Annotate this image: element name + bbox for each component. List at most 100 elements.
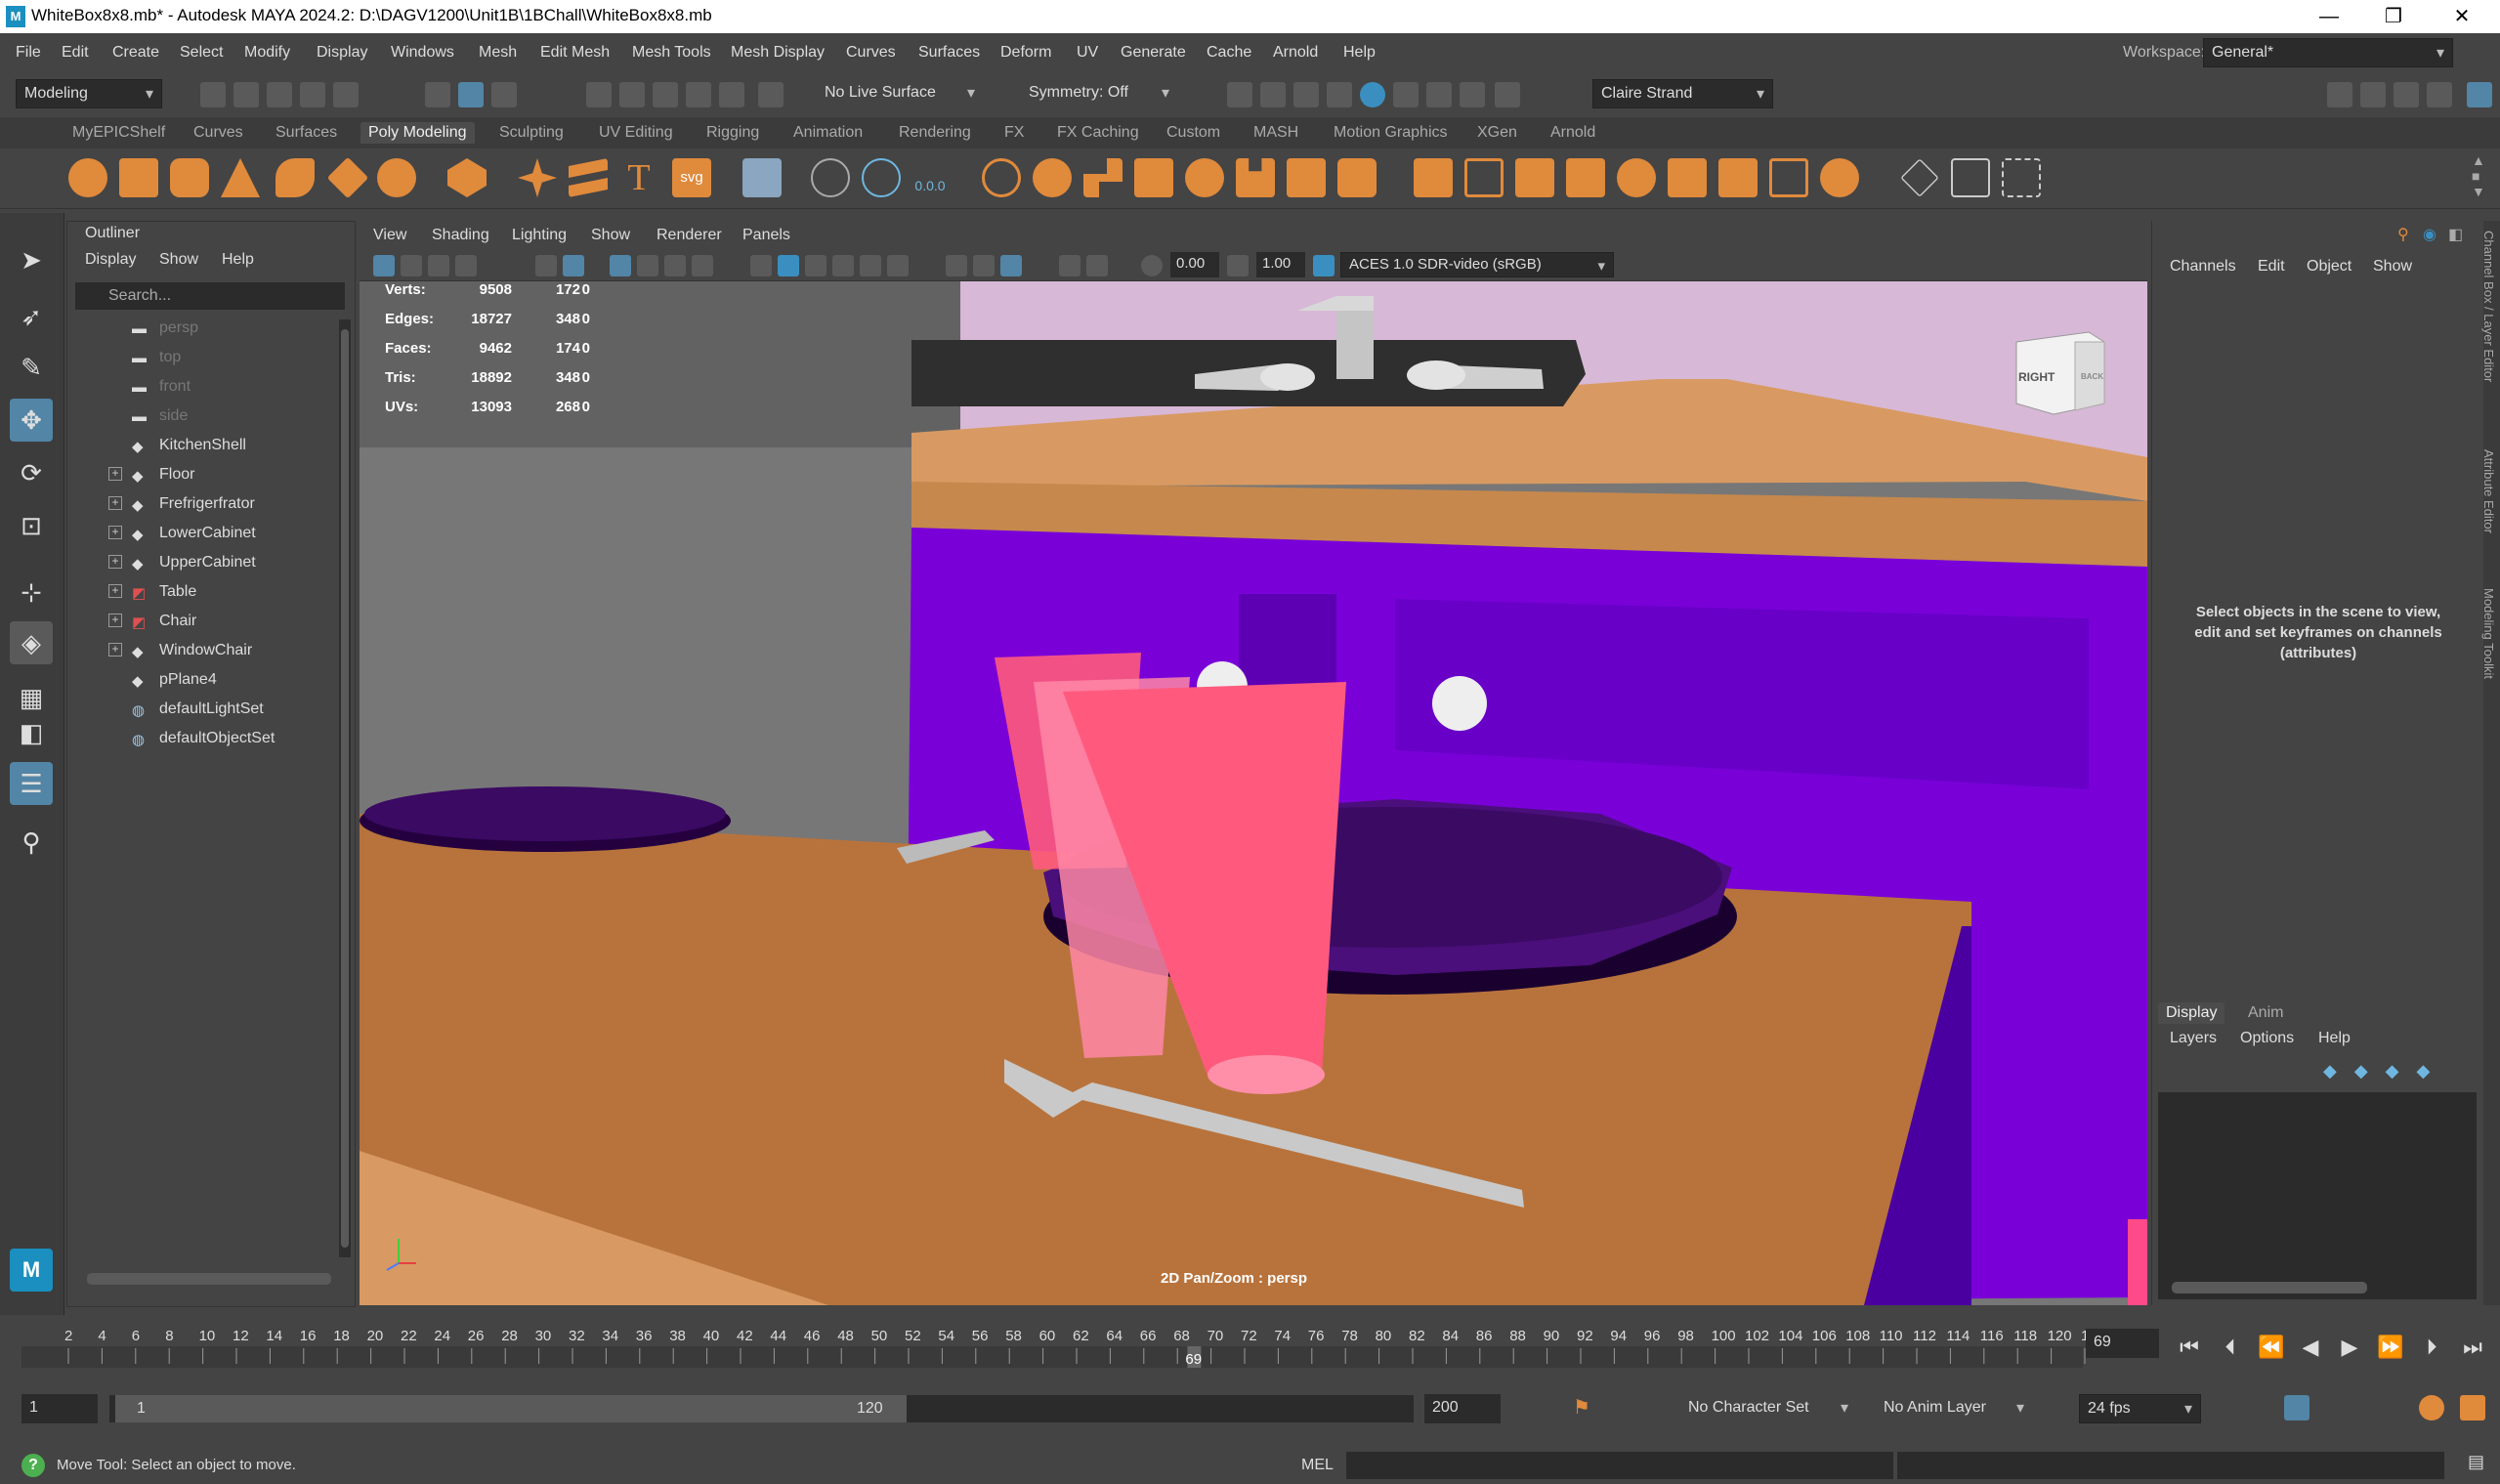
bridge-icon[interactable] [1464,158,1504,197]
render-frame-icon[interactable] [1260,82,1286,107]
shelf-tab-fx-caching[interactable]: FX Caching [1049,122,1147,144]
single-perspective-layout-icon[interactable]: ◈ [10,621,53,664]
expand-icon[interactable]: + [108,643,122,657]
scene-render[interactable]: RIGHT BACK Verts: 9508 172 0 Edges: 18727 348 0… [360,281,2147,1305]
outliner-item[interactable]: + ◩ Table [75,579,329,607]
outliner-horizontal-scrollbar[interactable] [87,1273,331,1285]
extract-icon[interactable] [1083,158,1123,197]
bookmarks-icon[interactable] [428,255,449,276]
side-tab-attribute-editor[interactable]: Attribute Editor [2481,449,2496,533]
film-gate-icon[interactable] [637,255,658,276]
motion-blur-icon[interactable] [1086,255,1108,276]
viewport-menu-shading[interactable]: Shading [432,227,489,244]
step-forward-frame-icon[interactable]: ⏵ [2417,1333,2446,1362]
script-language-label[interactable]: MEL [1301,1457,1334,1474]
outliner-item[interactable]: + ◆ LowerCabinet [75,521,329,548]
layer-list-scrollbar[interactable] [2172,1282,2367,1293]
go-to-start-icon[interactable]: ⏮ [2175,1333,2204,1362]
persp-outliner-layout-icon[interactable]: ◧ [10,711,53,754]
outliner-item[interactable]: + ◩ Chair [75,609,329,636]
step-back-key-icon[interactable]: ⏪ [2257,1333,2286,1362]
svg-tool-icon[interactable]: svg [672,158,711,197]
menu-mesh-tools[interactable]: Mesh Tools [632,44,711,62]
channels-menu-object[interactable]: Object [2307,258,2352,276]
playback-preferences-icon[interactable] [2460,1395,2485,1420]
cache-playback-icon[interactable] [2284,1395,2309,1420]
snap-grid-icon[interactable] [586,82,612,107]
boolean-union-icon[interactable] [1134,158,1173,197]
poly-cylinder-icon[interactable] [170,158,209,197]
select-camera-icon[interactable] [373,255,395,276]
menu-help[interactable]: Help [1343,44,1376,62]
time-ruler-track[interactable] [21,1346,2083,1368]
last-tool-icon[interactable]: ⊹ [10,571,53,614]
fps-dropdown[interactable]: 24 fps [2079,1394,2201,1423]
shelf-tab-rendering[interactable]: Rendering [891,122,979,144]
outliner-item[interactable]: ▬ persp [75,316,329,343]
layer-list[interactable] [2158,1092,2477,1299]
grid-toggle-icon[interactable] [610,255,631,276]
shelf-tab-mash[interactable]: MASH [1246,122,1306,144]
menu-arnold[interactable]: Arnold [1273,44,1318,62]
modeling-toolkit-icon[interactable] [2327,82,2352,107]
play-backwards-icon[interactable]: ◀ [2296,1333,2325,1362]
poly-plane-icon[interactable] [326,156,369,199]
shelf-tab-motion-graphics[interactable]: Motion Graphics [1326,122,1456,144]
symmetry-dropdown[interactable]: Symmetry: Off [1021,79,1177,108]
target-weld-icon[interactable] [1769,158,1808,197]
bevel-icon[interactable] [1515,158,1554,197]
channels-menu-channels[interactable]: Channels [2170,258,2236,276]
close-button[interactable]: ✕ [2433,2,2491,31]
platonic-solid-icon[interactable] [447,158,487,197]
current-frame-field[interactable]: 69 [2086,1329,2159,1358]
expand-icon[interactable]: + [108,467,122,481]
shelf-tab-surfaces[interactable]: Surfaces [268,122,345,144]
shadows-icon[interactable] [887,255,909,276]
render-view-icon[interactable] [1227,82,1252,107]
shelf-tab-custom[interactable]: Custom [1159,122,1228,144]
channel-box-icon[interactable] [2467,82,2492,107]
menu-cache[interactable]: Cache [1207,44,1251,62]
gate-mask-icon[interactable] [692,255,713,276]
menu-set-dropdown[interactable]: Modeling [16,79,162,108]
menu-generate[interactable]: Generate [1121,44,1186,62]
outliner-item[interactable]: ◍ defaultLightSet [75,697,329,724]
step-forward-key-icon[interactable]: ⏩ [2376,1333,2405,1362]
connect-icon[interactable] [1820,158,1859,197]
viewport-menu-renderer[interactable]: Renderer [657,227,722,244]
expand-icon[interactable]: + [108,614,122,627]
scene-end-field[interactable]: 200 [1424,1394,1501,1423]
anim-layer-dropdown[interactable]: No Anim Layer [1876,1394,2032,1423]
shelf-tab-xgen[interactable]: XGen [1469,122,1525,144]
camera-based-uv-icon[interactable] [811,158,850,197]
poly-torus-icon[interactable] [275,158,315,197]
outliner-item[interactable]: ▬ top [75,345,329,372]
side-tab-channel-box[interactable]: Channel Box / Layer Editor [2481,231,2496,382]
outliner-item[interactable]: ▬ side [75,403,329,431]
camera-attributes-icon[interactable] [401,255,422,276]
save-scene-icon[interactable] [267,82,292,107]
select-object-icon[interactable] [458,82,484,107]
snap-together-icon[interactable] [758,82,784,107]
menu-modify[interactable]: Modify [244,44,290,62]
multi-cut-icon[interactable] [1900,158,1939,197]
paint-select-tool-icon[interactable]: ✎ [10,346,53,389]
shelf-scroll-icon[interactable]: ▲ ■ ▼ [2472,152,2485,199]
layer-tab-anim[interactable]: Anim [2240,1002,2291,1024]
render-settings-icon[interactable] [1327,82,1352,107]
loop-icon[interactable] [2237,1395,2263,1420]
playback-range-bar[interactable]: 1 120 [109,1395,1414,1422]
gamma-field[interactable]: 1.00 [1256,252,1305,277]
channels-menu-show[interactable]: Show [2373,258,2412,276]
attribute-editor-icon[interactable] [2394,82,2419,107]
outliner-item[interactable]: + ◆ WindowChair [75,638,329,665]
shelf-tab-curves[interactable]: Curves [186,122,251,144]
layer-menu-help[interactable]: Help [2318,1030,2351,1047]
snap-view-icon[interactable] [686,82,711,107]
fill-hole-icon[interactable] [1617,158,1656,197]
menu-mesh-display[interactable]: Mesh Display [731,44,825,62]
script-editor-icon[interactable]: ▤ [2468,1452,2487,1479]
expand-icon[interactable]: + [108,526,122,539]
screen-space-ao-icon[interactable] [1059,255,1081,276]
shelf-tab-animation[interactable]: Animation [785,122,870,144]
